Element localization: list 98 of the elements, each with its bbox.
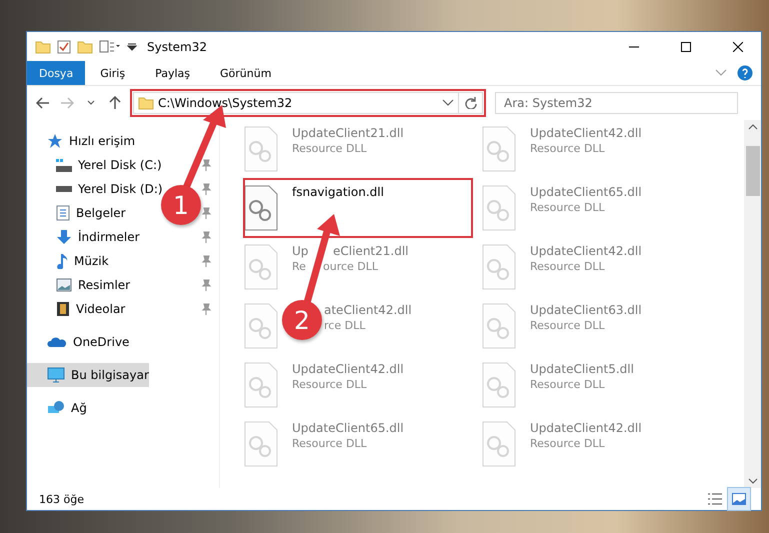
picture-icon (732, 493, 746, 505)
up-arrow-icon (109, 96, 121, 110)
forward-arrow-icon (60, 97, 74, 109)
file-name[interactable]: UpdateClient42.dll (530, 244, 642, 258)
file-type: Resource DLL (292, 378, 367, 391)
pin-icon (201, 279, 211, 291)
sidebar-item[interactable]: Ağ (27, 396, 87, 420)
file-type: Resource DLL (530, 201, 605, 214)
file-type: Resource DLL (530, 142, 605, 155)
pin-icon (201, 255, 211, 267)
sidebar-item[interactable]: Videolar (27, 297, 126, 321)
file-name[interactable]: UpdateClient65.dll (530, 185, 642, 199)
properties-icon (99, 40, 121, 54)
checklist-icon (57, 40, 71, 54)
file-type: Resource DLL (530, 437, 605, 450)
file-name[interactable]: UpdateClient5.dll (530, 362, 634, 376)
item-count: 163 öğe (39, 492, 85, 506)
sidebar-item[interactable]: OneDrive (27, 330, 130, 354)
settings-file-icon (482, 244, 516, 290)
folder-icon (77, 40, 93, 54)
sidebar-item[interactable]: Resimler (27, 273, 130, 297)
pin-icon (201, 159, 211, 171)
chevron-down-icon (442, 99, 454, 107)
help-icon (737, 65, 753, 81)
star-icon (47, 133, 63, 149)
settings-file-icon (244, 244, 278, 290)
drive-icon (56, 158, 72, 172)
monitor-icon (47, 367, 65, 383)
chevron-down-icon (87, 100, 95, 106)
pin-icon (201, 207, 211, 219)
refresh-icon (464, 97, 476, 109)
folder-icon (138, 96, 154, 110)
document-icon (56, 205, 70, 221)
file-name[interactable]: fsnavigation.dll (292, 185, 384, 199)
settings-file-icon (244, 421, 278, 467)
drive-icon (56, 186, 72, 192)
file-type: ource DLL (323, 260, 378, 273)
settings-file-icon (244, 362, 278, 408)
address-path: C:\Windows\System32 (158, 96, 294, 110)
file-name[interactable]: UpdateClient63.dll (530, 303, 642, 317)
pin-icon (201, 231, 211, 243)
address-bar[interactable]: C:\Windows\System32 (133, 92, 483, 114)
down-arrow-icon (56, 229, 72, 245)
file-type: rce DLL (324, 319, 366, 332)
pin-icon (201, 303, 211, 315)
close-icon (733, 42, 743, 52)
chevron-down-icon (748, 478, 758, 484)
file-name[interactable]: ateClient42.dll (324, 303, 412, 317)
settings-file-icon (244, 303, 278, 349)
settings-file-icon (244, 126, 278, 172)
sidebar-item[interactable]: Yerel Disk (D:) (27, 177, 163, 201)
back-arrow-icon (36, 97, 50, 109)
window-title: System32 (147, 40, 208, 54)
large-icons-view-button[interactable] (727, 487, 751, 511)
picture-icon (56, 278, 72, 292)
sidebar-item[interactable]: Yerel Disk (C:) (27, 153, 162, 177)
search-field[interactable]: Ara: System32 (495, 92, 738, 114)
ribbon-tab[interactable]: Giriş (85, 61, 140, 85)
file-type: Resource DLL (530, 260, 605, 273)
sidebar-item[interactable]: Hızlı erişim (27, 129, 136, 153)
cloud-icon (47, 336, 67, 348)
details-view-icon (707, 493, 723, 505)
sidebar-item[interactable]: İndirmeler (27, 225, 140, 249)
ribbon-tab[interactable]: Görünüm (205, 61, 286, 85)
music-note-icon (56, 253, 68, 269)
settings-file-icon (244, 185, 278, 231)
file-name[interactable]: UpdateClient42.dll (530, 126, 642, 140)
sidebar-item[interactable]: Müzik (27, 249, 109, 273)
pin-icon (201, 183, 211, 195)
sidebar-item[interactable]: Belgeler (27, 201, 126, 225)
file-name[interactable]: UpdateClient42.dll (292, 362, 404, 376)
network-icon (47, 400, 65, 416)
settings-file-icon (482, 421, 516, 467)
scrollbar-thumb[interactable] (746, 146, 760, 196)
maximize-icon (681, 42, 691, 52)
file-name[interactable]: UpdateClient65.dll (292, 421, 404, 435)
settings-file-icon (482, 362, 516, 408)
film-icon (56, 301, 70, 317)
ribbon-tab[interactable]: Paylaş (140, 61, 205, 85)
settings-file-icon (482, 126, 516, 172)
folder-icon (35, 40, 51, 54)
file-name[interactable]: eClient21.dll (333, 244, 408, 258)
chevron-down-icon (715, 69, 727, 77)
ribbon-tab[interactable]: Dosya (27, 61, 86, 85)
file-type: Re (292, 260, 307, 273)
scrollbar[interactable] (744, 120, 761, 488)
file-name[interactable]: UpdateClient42.dll (530, 421, 642, 435)
file-name[interactable]: Up (292, 244, 333, 258)
settings-file-icon (482, 303, 516, 349)
file-type: Resource DLL (292, 142, 367, 155)
file-type: Resource DLL (530, 319, 605, 332)
settings-file-icon (482, 185, 516, 231)
file-type: Resource DLL (530, 378, 605, 391)
dropdown-icon (127, 42, 137, 52)
sidebar-item[interactable]: Bu bilgisayar (27, 363, 149, 387)
chevron-up-icon (748, 124, 758, 130)
file-name[interactable]: UpdateClient21.dll (292, 126, 404, 140)
file-type: Resource DLL (292, 437, 367, 450)
